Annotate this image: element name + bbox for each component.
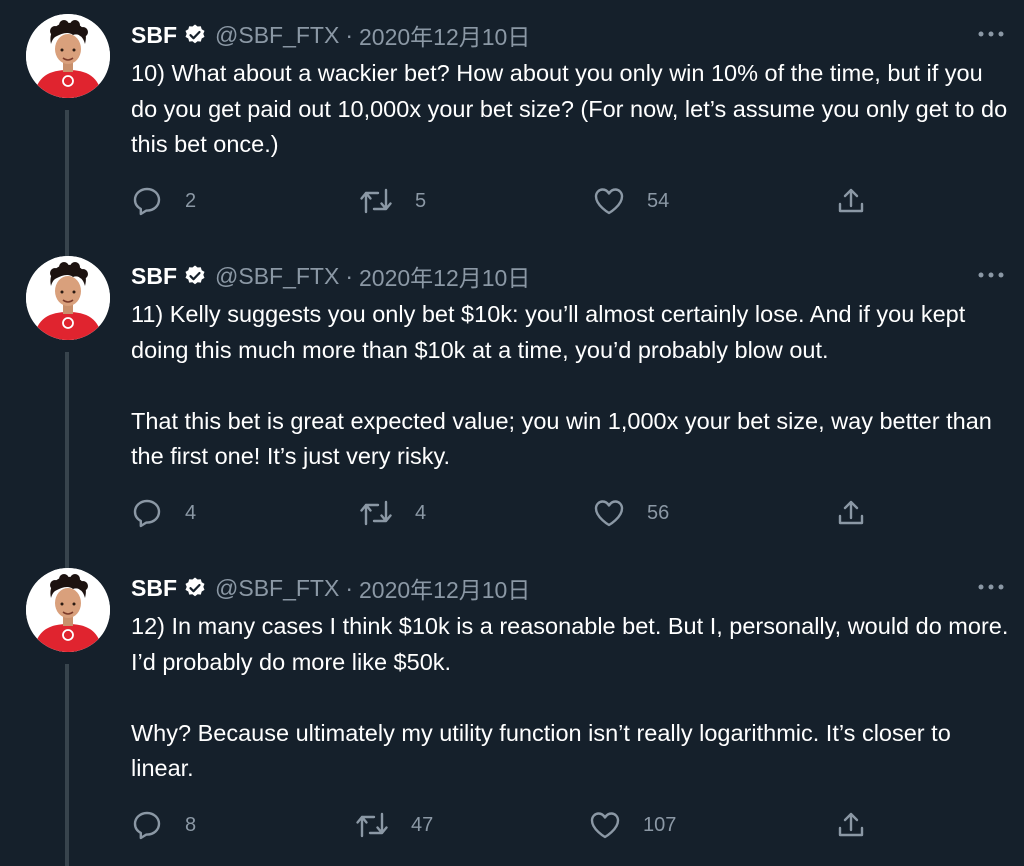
tweet-paragraph: 11) Kelly suggests you only bet $10k: yo… bbox=[131, 301, 966, 363]
tweet-text: 10) What about a wackier bet? How about … bbox=[131, 56, 1011, 163]
retweet-arrows-icon bbox=[355, 811, 389, 839]
share-upload-icon bbox=[835, 185, 867, 217]
more-dots-icon[interactable] bbox=[976, 265, 1006, 285]
separator-dot: · bbox=[345, 574, 353, 601]
author-name[interactable]: SBF bbox=[131, 575, 177, 602]
tweet-text: 12) In many cases I think $10k is a reas… bbox=[131, 609, 1011, 787]
thread-line bbox=[65, 664, 69, 866]
reply-count: 2 bbox=[185, 189, 197, 212]
share-upload-icon bbox=[835, 497, 867, 529]
author-name[interactable]: SBF bbox=[131, 263, 177, 290]
tweet-actions: 2 5 54 bbox=[131, 184, 871, 218]
retweet-button[interactable]: 5 bbox=[359, 184, 426, 218]
tweet-date[interactable]: 2020年12月10日 bbox=[359, 571, 530, 605]
reply-bubble-icon bbox=[131, 497, 163, 529]
verified-badge-icon bbox=[183, 23, 207, 47]
retweet-button[interactable]: 47 bbox=[355, 808, 433, 842]
verified-badge-icon bbox=[183, 576, 207, 600]
share-button[interactable] bbox=[835, 808, 867, 842]
tweet-text: 11) Kelly suggests you only bet $10k: yo… bbox=[131, 297, 1011, 475]
heart-icon bbox=[589, 810, 621, 840]
more-dots-icon[interactable] bbox=[976, 577, 1006, 597]
retweet-count: 5 bbox=[415, 189, 427, 212]
retweet-button[interactable]: 4 bbox=[359, 496, 426, 530]
thread-line bbox=[65, 110, 69, 256]
tweet-actions: 8 47 107 bbox=[131, 808, 871, 842]
reply-button[interactable]: 4 bbox=[131, 496, 196, 530]
like-button[interactable]: 56 bbox=[593, 496, 669, 530]
author-handle[interactable]: @SBF_FTX bbox=[215, 22, 339, 49]
retweet-arrows-icon bbox=[359, 499, 393, 527]
like-count: 107 bbox=[643, 813, 677, 836]
heart-icon bbox=[593, 498, 625, 528]
verified-badge-icon bbox=[183, 264, 207, 288]
reply-button[interactable]: 2 bbox=[131, 184, 196, 218]
reply-button[interactable]: 8 bbox=[131, 808, 196, 842]
tweet-header: SBF @SBF_FTX · 2020年12月10日 bbox=[131, 571, 530, 605]
like-button[interactable]: 54 bbox=[593, 184, 669, 218]
separator-dot: · bbox=[345, 262, 353, 289]
reply-count: 8 bbox=[185, 813, 197, 836]
tweet-paragraph: Why? Because ultimately my utility funct… bbox=[131, 719, 951, 782]
like-button[interactable]: 107 bbox=[589, 808, 676, 842]
retweet-count: 47 bbox=[411, 813, 434, 836]
like-count: 54 bbox=[647, 189, 670, 212]
like-count: 56 bbox=[647, 501, 670, 524]
separator-dot: · bbox=[345, 21, 353, 48]
tweet-date[interactable]: 2020年12月10日 bbox=[359, 259, 530, 293]
reply-bubble-icon bbox=[131, 809, 163, 841]
tweet-date[interactable]: 2020年12月10日 bbox=[359, 18, 530, 52]
avatar[interactable] bbox=[26, 256, 110, 340]
more-dots-icon[interactable] bbox=[976, 24, 1006, 44]
retweet-arrows-icon bbox=[359, 187, 393, 215]
retweet-count: 4 bbox=[415, 501, 427, 524]
avatar[interactable] bbox=[26, 568, 110, 652]
tweet-paragraph: That this bet is great expected value; y… bbox=[131, 407, 992, 470]
tweet-header: SBF @SBF_FTX · 2020年12月10日 bbox=[131, 18, 530, 52]
share-button[interactable] bbox=[835, 184, 867, 218]
tweet-paragraph: 12) In many cases I think $10k is a reas… bbox=[131, 613, 1009, 675]
tweet-actions: 4 4 56 bbox=[131, 496, 871, 530]
thread-line bbox=[65, 352, 69, 568]
tweet-paragraph: 10) What about a wackier bet? How about … bbox=[131, 60, 1008, 157]
avatar[interactable] bbox=[26, 14, 110, 98]
tweet-header: SBF @SBF_FTX · 2020年12月10日 bbox=[131, 259, 530, 293]
author-name[interactable]: SBF bbox=[131, 22, 177, 49]
author-handle[interactable]: @SBF_FTX bbox=[215, 575, 339, 602]
share-button[interactable] bbox=[835, 496, 867, 530]
share-upload-icon bbox=[835, 809, 867, 841]
author-handle[interactable]: @SBF_FTX bbox=[215, 263, 339, 290]
reply-count: 4 bbox=[185, 501, 197, 524]
reply-bubble-icon bbox=[131, 185, 163, 217]
heart-icon bbox=[593, 186, 625, 216]
